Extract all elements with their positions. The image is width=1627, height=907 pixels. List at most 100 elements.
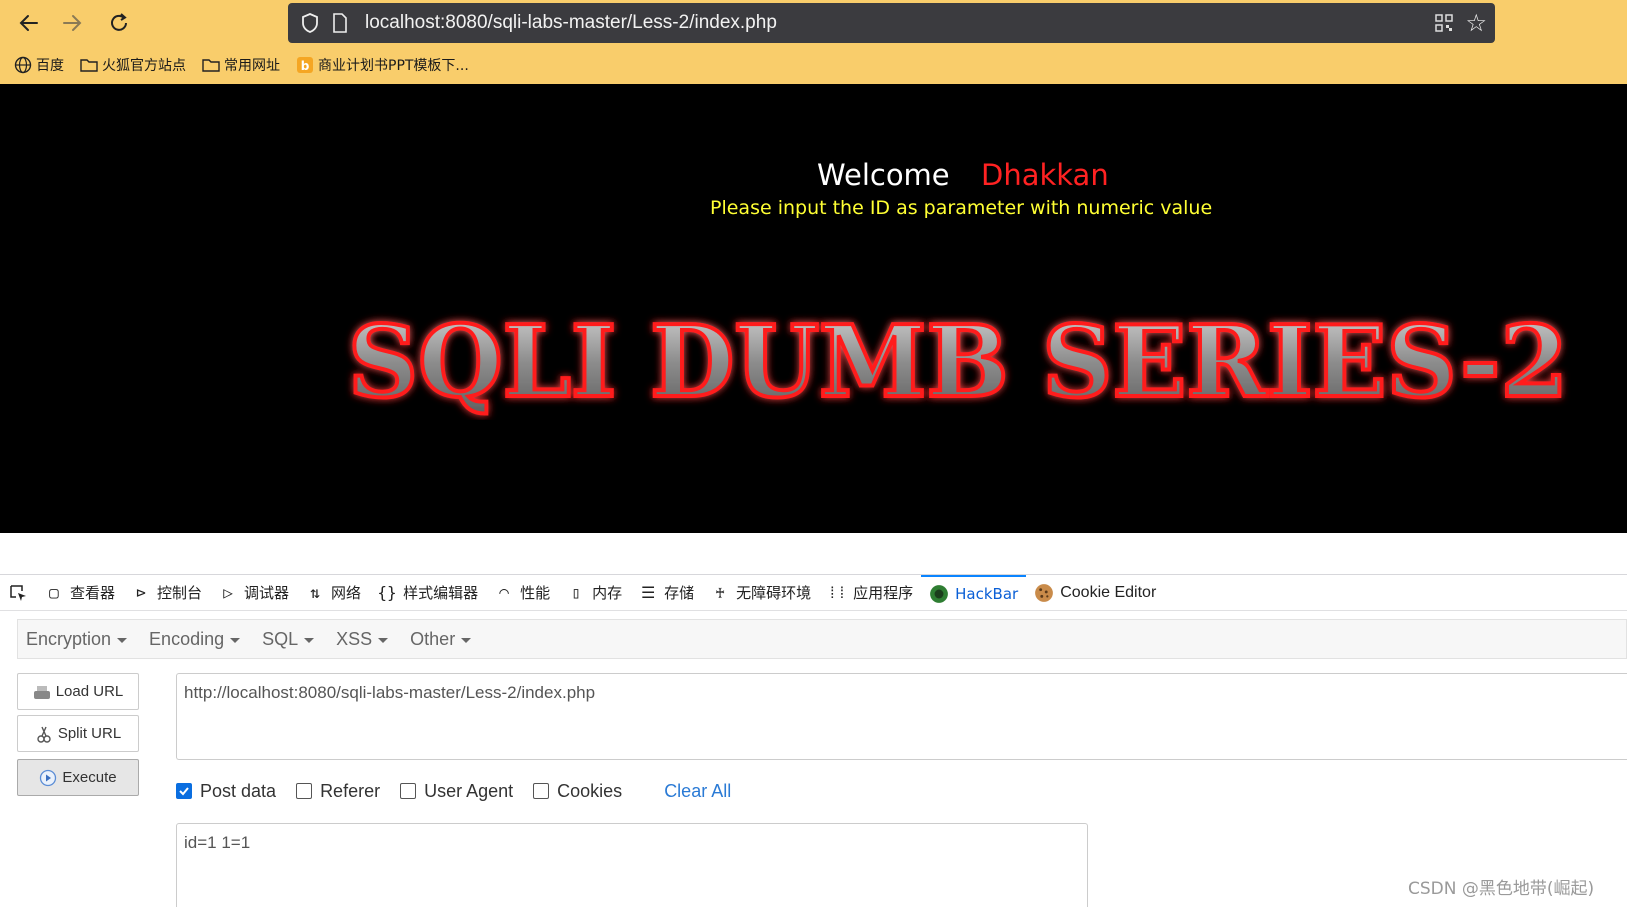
qr-code-icon[interactable] <box>1435 14 1453 32</box>
user-agent-option[interactable]: User Agent <box>400 781 513 802</box>
back-arrow-icon <box>19 15 38 31</box>
execute-button[interactable]: Execute <box>17 759 139 796</box>
tab-storage[interactable]: ☰ 存储 <box>630 575 702 611</box>
post-data-textarea[interactable]: id=1 1=1 <box>176 823 1088 907</box>
cookies-option[interactable]: Cookies <box>533 781 622 802</box>
tab-debugger[interactable]: ▷ 调试器 <box>210 575 297 611</box>
hackbar-icon <box>930 584 949 603</box>
page-icon <box>333 13 347 33</box>
tab-memory[interactable]: ▯ 内存 <box>558 575 630 611</box>
tab-label: 查看器 <box>70 584 116 602</box>
user-name: Dhakkan <box>981 158 1109 192</box>
console-icon: ⊳ <box>136 583 146 602</box>
caret-down-icon <box>117 637 128 643</box>
tab-label: 样式编辑器 <box>403 584 479 602</box>
site-favicon-icon: b <box>297 57 313 73</box>
option-label: Post data <box>200 780 277 801</box>
request-options: Post data Referer User Agent Cookies Cle… <box>176 778 731 804</box>
caret-down-icon <box>230 637 241 643</box>
menu-label: Other <box>410 628 456 649</box>
tab-hackbar[interactable]: HackBar <box>921 574 1027 611</box>
tab-label: HackBar <box>955 584 1019 603</box>
menu-encoding[interactable]: Encoding <box>141 629 248 650</box>
reload-icon <box>111 13 127 31</box>
caret-down-icon <box>378 637 389 643</box>
url-textarea[interactable]: http://localhost:8080/sqli-labs-master/L… <box>176 673 1627 760</box>
menu-encryption[interactable]: Encryption <box>18 629 135 650</box>
tab-inspector[interactable]: ▢ 查看器 <box>36 575 123 611</box>
option-label: Referer <box>320 780 381 801</box>
post-data-option[interactable]: Post data <box>176 781 276 802</box>
hackbar-menu: Encryption Encoding SQL XSS Other <box>17 619 1627 659</box>
tab-label: 无障碍环境 <box>736 584 812 602</box>
bookmark-label: 商业计划书PPT模板下... <box>318 58 469 74</box>
tab-cookie-editor[interactable]: Cookie Editor <box>1026 575 1164 611</box>
button-label: Execute <box>62 769 117 786</box>
network-icon: ⇅ <box>310 583 320 602</box>
menu-sql[interactable]: SQL <box>254 629 322 650</box>
bookmark-label: 火狐官方站点 <box>102 58 186 74</box>
caret-down-icon <box>461 637 472 643</box>
bookmark-common-sites[interactable]: 常用网址 <box>202 55 280 75</box>
load-icon <box>33 685 50 699</box>
menu-other[interactable]: Other <box>402 629 479 650</box>
tab-label: 网络 <box>331 584 362 602</box>
tab-performance[interactable]: ◠ 性能 <box>486 575 558 611</box>
cookie-icon <box>1035 583 1054 602</box>
bookmark-baidu[interactable]: 百度 <box>14 55 64 75</box>
tab-network[interactable]: ⇅ 网络 <box>297 575 369 611</box>
bookmark-firefox-sites[interactable]: 火狐官方站点 <box>80 55 186 75</box>
bookmark-label: 百度 <box>36 58 64 74</box>
tab-style-editor[interactable]: {} 样式编辑器 <box>369 575 486 611</box>
tab-accessibility[interactable]: ♰ 无障碍环境 <box>702 575 819 611</box>
tab-label: 控制台 <box>157 584 203 602</box>
reload-button[interactable] <box>104 8 134 38</box>
bookmark-label: 常用网址 <box>224 58 280 74</box>
play-icon <box>40 769 57 786</box>
svg-text:b: b <box>301 59 310 73</box>
menu-label: SQL <box>262 628 299 649</box>
user-agent-checkbox[interactable] <box>400 783 417 799</box>
devtools-tabs: ▢ 查看器 ⊳ 控制台 ▷ 调试器 ⇅ 网络 {} 样式编辑器 ◠ 性能 ▯ 内… <box>0 574 1627 611</box>
element-picker-button[interactable] <box>0 575 36 611</box>
tab-label: 内存 <box>592 584 623 602</box>
style-editor-icon: {} <box>377 583 397 602</box>
banner-text: SQLI DUMB SERIES-2 <box>348 305 1568 420</box>
instruction-text: Please input the ID as parameter with nu… <box>710 197 1213 219</box>
memory-icon: ▯ <box>571 583 581 602</box>
folder-icon <box>80 59 98 72</box>
option-label: User Agent <box>424 780 514 801</box>
tab-console[interactable]: ⊳ 控制台 <box>123 575 210 611</box>
forward-button[interactable] <box>57 8 87 38</box>
load-url-button[interactable]: Load URL <box>17 673 139 710</box>
bookmark-ppt-template[interactable]: b 商业计划书PPT模板下... <box>296 55 469 75</box>
storage-icon: ☰ <box>640 583 656 602</box>
watermark-text: CSDN @黑色地带(崛起) <box>1408 879 1595 899</box>
checkmark-icon <box>179 787 189 796</box>
folder-icon <box>202 59 220 72</box>
series-banner-logo: SQLI DUMB SERIES-2 <box>346 303 1570 420</box>
clear-all-link[interactable]: Clear All <box>664 781 731 802</box>
menu-label: XSS <box>336 628 373 649</box>
tab-label: 性能 <box>520 584 551 602</box>
post-data-checkbox[interactable] <box>176 783 192 799</box>
back-button[interactable] <box>14 8 44 38</box>
address-bar[interactable]: localhost:8080/sqli-labs-master/Less-2/i… <box>288 3 1495 43</box>
page-content: Welcome Dhakkan Please input the ID as p… <box>0 84 1627 533</box>
referer-checkbox[interactable] <box>296 783 313 799</box>
menu-xss[interactable]: XSS <box>328 629 396 650</box>
option-label: Cookies <box>557 780 623 801</box>
bookmark-star-icon[interactable]: ☆ <box>1465 9 1487 37</box>
tab-application[interactable]: ⁞⁞ 应用程序 <box>819 575 921 611</box>
bookmarks-bar: 百度 火狐官方站点 常用网址 b 商业计划书PPT模板下... <box>14 54 485 76</box>
tab-label: 存储 <box>664 584 695 602</box>
menu-label: Encoding <box>149 628 225 649</box>
shield-icon[interactable] <box>300 12 320 34</box>
split-url-button[interactable]: Split URL <box>17 715 139 752</box>
cookies-checkbox[interactable] <box>533 783 550 799</box>
referer-option[interactable]: Referer <box>296 781 380 802</box>
accessibility-icon: ♰ <box>715 583 725 602</box>
scissors-icon <box>37 726 51 743</box>
url-text[interactable]: localhost:8080/sqli-labs-master/Less-2/i… <box>365 12 777 34</box>
caret-down-icon <box>304 637 315 643</box>
